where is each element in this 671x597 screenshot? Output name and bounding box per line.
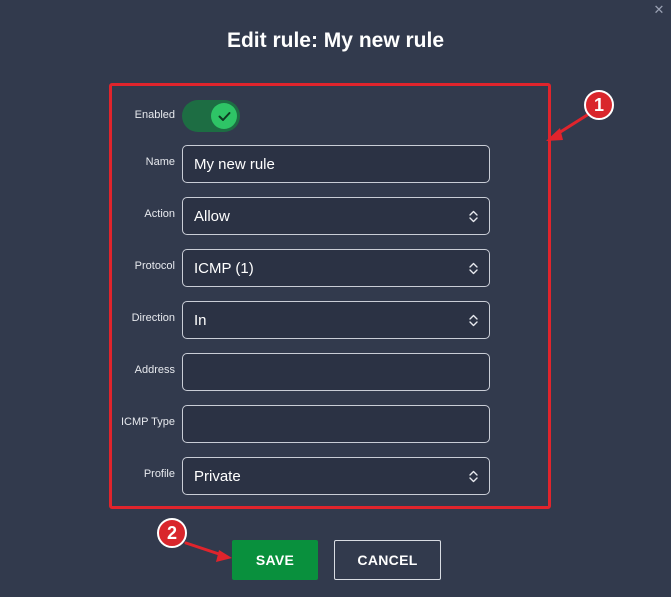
direction-label: Direction bbox=[131, 312, 175, 324]
select-chevron-icon bbox=[468, 261, 478, 275]
cancel-button[interactable]: CANCEL bbox=[334, 540, 441, 580]
enabled-label: Enabled bbox=[134, 109, 175, 121]
icmp-type-input[interactable] bbox=[182, 405, 490, 443]
address-input[interactable] bbox=[182, 353, 490, 391]
action-label: Action bbox=[144, 208, 175, 220]
profile-value: Private bbox=[194, 467, 241, 485]
close-icon[interactable]: ✕ bbox=[653, 3, 665, 16]
select-chevron-icon bbox=[468, 209, 478, 223]
checkmark-icon bbox=[218, 111, 230, 121]
save-button[interactable]: SAVE bbox=[232, 540, 318, 580]
annotation-arrow-2 bbox=[184, 541, 232, 562]
icmp-type-label: ICMP Type bbox=[120, 416, 175, 428]
action-select[interactable]: Allow bbox=[182, 197, 490, 235]
address-label: Address bbox=[134, 364, 175, 376]
name-value: My new rule bbox=[194, 155, 275, 173]
rule-form-highlight: Enabled Name My new rule Action Allow Pr… bbox=[109, 83, 551, 509]
protocol-label: Protocol bbox=[134, 260, 175, 272]
profile-label: Profile bbox=[143, 468, 175, 480]
direction-value: In bbox=[194, 311, 207, 329]
select-chevron-icon bbox=[468, 469, 478, 483]
action-value: Allow bbox=[194, 207, 230, 225]
toggle-knob bbox=[211, 103, 237, 129]
protocol-value: ICMP (1) bbox=[194, 259, 254, 277]
select-chevron-icon bbox=[468, 313, 478, 327]
profile-select[interactable]: Private bbox=[182, 457, 490, 495]
enabled-toggle[interactable] bbox=[182, 100, 240, 132]
direction-select[interactable]: In bbox=[182, 301, 490, 339]
dialog-title: Edit rule: My new rule bbox=[226, 29, 445, 52]
protocol-select[interactable]: ICMP (1) bbox=[182, 249, 490, 287]
name-field[interactable]: My new rule bbox=[182, 145, 490, 183]
name-label: Name bbox=[145, 156, 175, 168]
annotation-marker-2: 2 bbox=[157, 518, 187, 548]
annotation-marker-1: 1 bbox=[584, 90, 614, 120]
